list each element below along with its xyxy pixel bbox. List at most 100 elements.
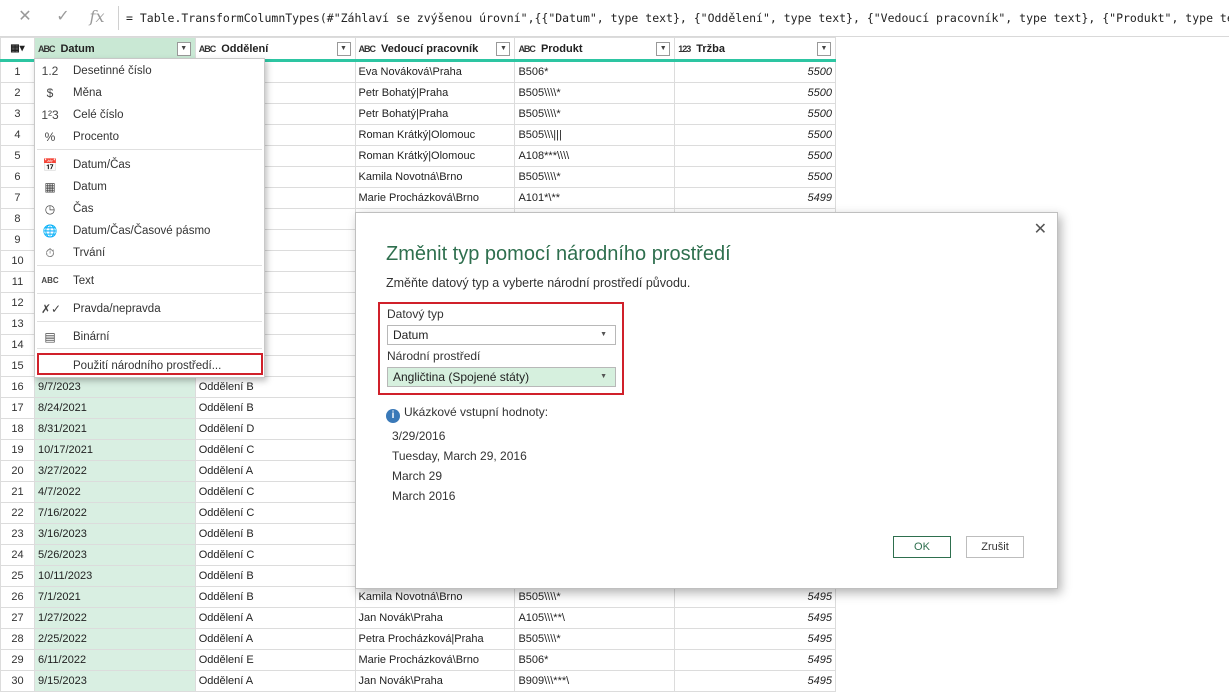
cell-oddeleni[interactable]: Oddělení A: [194, 670, 356, 692]
cell-oddeleni[interactable]: Oddělení B: [194, 523, 356, 545]
cell-datum[interactable]: 2/25/2022: [33, 628, 196, 650]
cell-oddeleni[interactable]: Oddělení B: [194, 586, 356, 608]
table-row[interactable]: 30 9/15/2023 Oddělení A Jan Novák\Praha B909…: [0, 670, 836, 692]
text-type-icon[interactable]: ABC: [359, 44, 376, 54]
formula-input[interactable]: = Table.TransformColumnTypes(#"Záhlaví s…: [122, 6, 1229, 30]
close-icon[interactable]: ✕: [1034, 219, 1047, 239]
menu-item[interactable]: 🌐 Datum/Čas/Časové pásmo: [35, 220, 264, 242]
cancel-icon[interactable]: ✕: [14, 7, 36, 27]
cell-produkt[interactable]: B505\\\\*: [514, 82, 676, 104]
cell-datum[interactable]: 3/27/2022: [33, 460, 196, 482]
cell-trzba[interactable]: 5500: [674, 60, 836, 83]
cell-produkt[interactable]: B505\\\|||: [514, 124, 676, 146]
text-type-icon[interactable]: ABC: [199, 44, 216, 54]
locale-select[interactable]: Angličtina (Spojené státy) ▼: [387, 367, 616, 387]
column-header-trzba[interactable]: 123 Tržba ▼: [674, 37, 836, 62]
cell-trzba[interactable]: 5495: [674, 649, 836, 671]
cell-trzba[interactable]: 5495: [674, 670, 836, 692]
table-row[interactable]: 26 7/1/2021 Oddělení B Kamila Novotná\Brno B…: [0, 586, 836, 608]
cell-vedouci[interactable]: Roman Krátký|Olomouc: [354, 124, 516, 146]
menu-item[interactable]: % Procento: [35, 126, 264, 148]
filter-dropdown-icon[interactable]: ▼: [176, 41, 191, 56]
cell-trzba[interactable]: 5495: [674, 607, 836, 629]
cell-datum[interactable]: 4/7/2022: [33, 481, 196, 503]
cell-vedouci[interactable]: Jan Novák\Praha: [354, 670, 516, 692]
cell-trzba[interactable]: 5495: [674, 586, 836, 608]
column-header-produkt[interactable]: ABC Produkt ▼: [514, 37, 676, 62]
menu-item[interactable]: ⏱ Trvání: [35, 242, 264, 264]
cell-oddeleni[interactable]: Oddělení B: [194, 376, 356, 398]
cell-produkt[interactable]: B506*: [514, 60, 676, 83]
cell-oddeleni[interactable]: Oddělení B: [194, 397, 356, 419]
text-type-icon[interactable]: ABC: [518, 44, 535, 54]
cell-vedouci[interactable]: Marie Procházková\Brno: [354, 187, 516, 209]
cell-datum[interactable]: 3/16/2023: [33, 523, 196, 545]
table-row[interactable]: 28 2/25/2022 Oddělení A Petra Procházková|P…: [0, 628, 836, 650]
cell-vedouci[interactable]: Kamila Novotná\Brno: [354, 586, 516, 608]
cell-vedouci[interactable]: Petra Procházková|Praha: [354, 628, 516, 650]
cell-trzba[interactable]: 5499: [674, 187, 836, 209]
table-row[interactable]: 27 1/27/2022 Oddělení A Jan Novák\Praha A105…: [0, 607, 836, 629]
cancel-button[interactable]: Zrušit: [966, 536, 1024, 558]
cell-oddeleni[interactable]: Oddělení B: [194, 565, 356, 587]
cell-trzba[interactable]: 5500: [674, 82, 836, 104]
cell-vedouci[interactable]: Marie Procházková\Brno: [354, 649, 516, 671]
menu-item[interactable]: $ Měna: [35, 82, 264, 104]
ok-button[interactable]: OK: [893, 536, 951, 558]
cell-produkt[interactable]: B506*: [514, 649, 676, 671]
menu-item[interactable]: 1²3 Celé číslo: [35, 104, 264, 126]
menu-item[interactable]: 1.2 Desetinné číslo: [35, 60, 264, 82]
filter-dropdown-icon[interactable]: ▼: [336, 41, 351, 56]
cell-produkt[interactable]: A105\\\**\: [514, 607, 676, 629]
cell-oddeleni[interactable]: Oddělení C: [194, 439, 356, 461]
cell-trzba[interactable]: 5500: [674, 166, 836, 188]
cell-vedouci[interactable]: Petr Bohatý|Praha: [354, 103, 516, 125]
text-type-icon[interactable]: ABC: [38, 44, 55, 54]
cell-datum[interactable]: 5/26/2023: [33, 544, 196, 566]
filter-dropdown-icon[interactable]: ▼: [656, 41, 671, 56]
cell-trzba[interactable]: 5500: [674, 124, 836, 146]
cell-vedouci[interactable]: Eva Nováková\Praha: [354, 60, 516, 83]
cell-trzba[interactable]: 5495: [674, 628, 836, 650]
column-header-vedouci[interactable]: ABC Vedoucí pracovník ▼: [354, 37, 516, 62]
filter-dropdown-icon[interactable]: ▼: [496, 41, 511, 56]
cell-trzba[interactable]: 5500: [674, 103, 836, 125]
menu-item[interactable]: ABC Text: [35, 270, 264, 292]
cell-oddeleni[interactable]: Oddělení A: [194, 628, 356, 650]
cell-datum[interactable]: 1/27/2022: [33, 607, 196, 629]
menu-item[interactable]: ✗✓ Pravda/nepravda: [35, 298, 264, 320]
cell-datum[interactable]: 8/31/2021: [33, 418, 196, 440]
menu-item[interactable]: ▦ Datum: [35, 176, 264, 198]
cell-trzba[interactable]: 5500: [674, 145, 836, 167]
cell-datum[interactable]: 7/16/2022: [33, 502, 196, 524]
cell-oddeleni[interactable]: Oddělení C: [194, 502, 356, 524]
cell-produkt[interactable]: A108***\\\\: [514, 145, 676, 167]
menu-item[interactable]: Použití národního prostředí...: [37, 353, 263, 375]
menu-item[interactable]: 📅 Datum/Čas: [35, 154, 264, 176]
cell-produkt[interactable]: B505\\\\*: [514, 166, 676, 188]
cell-oddeleni[interactable]: Oddělení E: [194, 649, 356, 671]
cell-produkt[interactable]: B505\\\\*: [514, 586, 676, 608]
menu-item[interactable]: ◷ Čas: [35, 198, 264, 220]
cell-datum[interactable]: 10/11/2023: [33, 565, 196, 587]
confirm-icon[interactable]: ✓: [52, 7, 74, 27]
cell-produkt[interactable]: B505\\\\*: [514, 628, 676, 650]
cell-vedouci[interactable]: Petr Bohatý|Praha: [354, 82, 516, 104]
cell-oddeleni[interactable]: Oddělení C: [194, 544, 356, 566]
cell-produkt[interactable]: B909\\\***\: [514, 670, 676, 692]
data-type-select[interactable]: Datum ▼: [387, 325, 616, 345]
cell-datum[interactable]: 10/17/2021: [33, 439, 196, 461]
cell-produkt[interactable]: A101*\**: [514, 187, 676, 209]
cell-vedouci[interactable]: Jan Novák\Praha: [354, 607, 516, 629]
table-menu-corner[interactable]: ▦▾: [0, 37, 35, 62]
cell-oddeleni[interactable]: Oddělení A: [194, 460, 356, 482]
cell-vedouci[interactable]: Roman Krátký|Olomouc: [354, 145, 516, 167]
cell-vedouci[interactable]: Kamila Novotná\Brno: [354, 166, 516, 188]
cell-oddeleni[interactable]: Oddělení A: [194, 607, 356, 629]
cell-datum[interactable]: 9/15/2023: [33, 670, 196, 692]
cell-datum[interactable]: 7/1/2021: [33, 586, 196, 608]
cell-oddeleni[interactable]: Oddělení C: [194, 481, 356, 503]
table-row[interactable]: 29 6/11/2022 Oddělení E Marie Procházková\B…: [0, 649, 836, 671]
cell-oddeleni[interactable]: Oddělení D: [194, 418, 356, 440]
cell-datum[interactable]: 6/11/2022: [33, 649, 196, 671]
